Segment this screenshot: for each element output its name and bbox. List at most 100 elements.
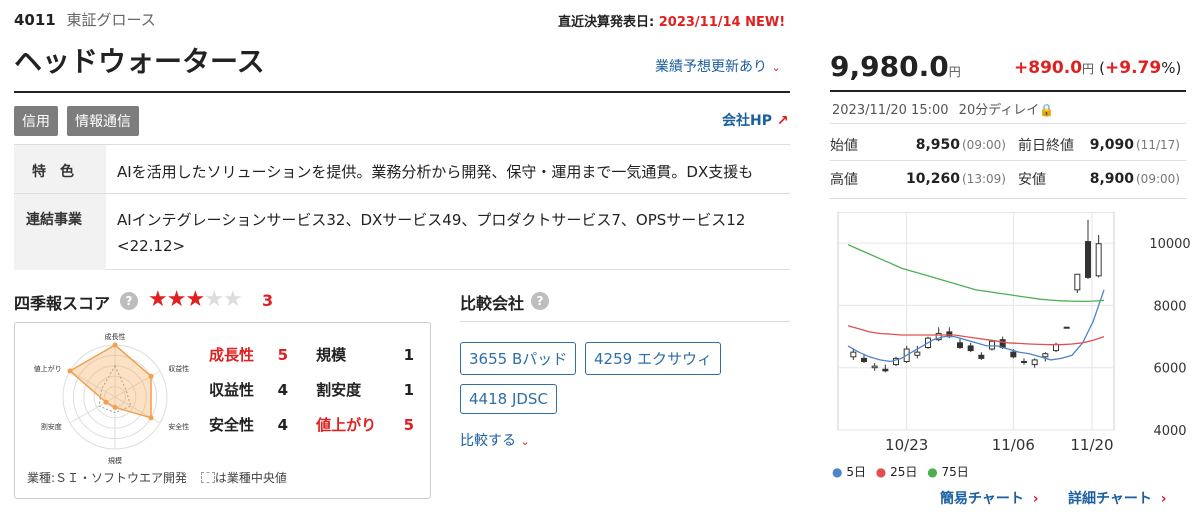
change-unit: 円 (1082, 62, 1095, 76)
legend-ma75: 75日 (941, 465, 969, 479)
star-icon: ★ (148, 287, 168, 312)
new-badge: NEW! (745, 15, 786, 30)
price-rule (830, 90, 1186, 92)
score-table: 成長性 5 規模 1 収益性 4 割安度 1 安全性 4 値上がり 5 (209, 337, 414, 442)
candle-body (914, 351, 921, 356)
radar-label: 割安度 (41, 422, 62, 431)
high-value: 10,260 (905, 171, 960, 188)
star-empty-icon: ★ (204, 287, 224, 312)
candle-body (882, 368, 889, 372)
low-value: 8,900 (1089, 171, 1134, 188)
feature-text: AIを活用したソリューションを提供。業務分析から開発、保守・運用まで一気通貫。D… (117, 163, 754, 181)
market-name: 東証グロース (66, 11, 156, 29)
compare-rule (460, 321, 790, 322)
legend-ma25-dot: ● (875, 465, 887, 479)
price-unit: 円 (948, 65, 961, 79)
score-label-safety: 安全性 (209, 416, 255, 434)
candle-body (1010, 351, 1017, 358)
compare-title: 比較会社 (460, 294, 525, 313)
score-stars: ★★★★★ (148, 287, 243, 312)
price-row: 9,980.0円 (830, 50, 961, 83)
y-tick-label: 6000 (1153, 362, 1186, 377)
radar-label: 規模 (108, 456, 122, 465)
candle-body (1095, 243, 1102, 277)
simple-chart-link[interactable]: 簡易チャート › (940, 488, 1039, 508)
legend-ma5-dot: ● (832, 465, 843, 479)
compare-company-3[interactable]: 4418 JDSC (460, 384, 557, 414)
candle-body (871, 365, 878, 369)
segments-date: <22.12> (117, 237, 186, 255)
price-change: +890.0 (1014, 58, 1083, 78)
candle-body (1021, 360, 1027, 363)
simple-chart-label: 簡易チャート (940, 491, 1024, 507)
low-time: (09:00) (1136, 172, 1180, 187)
delay-label: 20分ディレイ (958, 103, 1040, 118)
radar-point (112, 404, 118, 410)
candle-body (1042, 353, 1049, 358)
high-label: 高値 (830, 172, 858, 189)
help-icon[interactable]: ? (531, 292, 549, 310)
score-value-momentum: 5 (403, 415, 414, 434)
open-label: 始値 (830, 137, 858, 154)
median-swatch (200, 472, 215, 483)
score-value-growth: 5 (277, 345, 289, 364)
ohlc-table: 始値 8,950 (09:00) 前日終値 9,090 (11/17) 高値 1… (830, 130, 1186, 198)
radar-chart: 成長性収益性安全性規模 割安度 値上がり (34, 332, 189, 465)
change-pct: +9.79 (1105, 58, 1162, 78)
score-title: 四季報スコア (14, 294, 111, 313)
candle-body (957, 342, 963, 348)
header-rule (14, 91, 790, 93)
radar-point (103, 399, 109, 405)
candle-body (861, 357, 867, 362)
current-price: 9,980.0 (830, 50, 949, 83)
legend-ma25: 25日 (890, 465, 918, 479)
external-link-icon: ↗ (776, 113, 789, 129)
score-value-profit: 4 (277, 380, 289, 399)
open-time: (09:00) (962, 137, 1006, 152)
detail-chart-link[interactable]: 詳細チャート › (1068, 488, 1167, 508)
x-tick-label: 10/23 (885, 436, 928, 454)
company-name: ヘッドウォータース (14, 45, 265, 78)
star-icon: ★ (185, 287, 205, 312)
radar-point (148, 415, 154, 421)
x-tick-label: 11/06 (992, 436, 1035, 454)
feature-label: 特 色 (32, 164, 74, 180)
compare-link[interactable]: 比較する ⌄ (460, 430, 530, 450)
candle-body (1085, 241, 1091, 278)
segments-label: 連結事業 (26, 212, 82, 228)
candle-body (1074, 273, 1081, 291)
change-pct-close: %) (1161, 59, 1182, 77)
chevron-right-icon: › (1032, 491, 1039, 507)
median-label: は業種中央値 (214, 471, 287, 485)
tag-margin[interactable]: 信用 (14, 106, 58, 136)
tag-industry[interactable]: 情報通信 (67, 106, 139, 136)
company-hp-link[interactable]: 会社HP ↗ (722, 110, 789, 130)
help-icon[interactable]: ? (120, 292, 138, 310)
candle-body (967, 345, 974, 352)
score-value-value: 1 (403, 380, 414, 399)
forecast-update-link[interactable]: 業績予想更新あり ⌄ (655, 56, 781, 76)
compare-company-1[interactable]: 3655 Bパッド (460, 342, 577, 375)
radar-point (112, 342, 118, 348)
radar-point (67, 368, 73, 374)
chart-legend: ● 5日 ● 25日 ● 75日 (832, 463, 969, 480)
stock-code: 4011 (14, 11, 56, 29)
chart-frame (837, 212, 1115, 431)
low-label: 安値 (1018, 172, 1046, 189)
compare-company-2[interactable]: 4259 エクサウィ (585, 342, 721, 375)
profile-table: 特 色 AIを活用したソリューションを提供。業務分析から開発、保守・運用まで一気… (14, 144, 790, 270)
candle-body (1063, 326, 1070, 329)
score-label-momentum: 値上がり (316, 416, 377, 434)
radar-label: 値上がり (34, 364, 62, 373)
score-value-safety: 4 (277, 415, 289, 434)
score-label-scale: 規模 (316, 346, 347, 364)
score-rating: 3 (262, 291, 274, 310)
price-datetime: 2023/11/20 15:00 (832, 103, 949, 118)
score-value-scale: 1 (403, 345, 414, 364)
candle-body (946, 331, 953, 338)
radar-label: 収益性 (168, 364, 189, 373)
stock-chart[interactable]: 10000 8000 6000 4000 10/23 11/06 11/20 (830, 212, 1190, 460)
earnings-date: 2023/11/14 (658, 15, 741, 30)
company-hp-label: 会社HP (722, 113, 772, 129)
earnings-label: 直近決算発表日: (558, 15, 655, 30)
